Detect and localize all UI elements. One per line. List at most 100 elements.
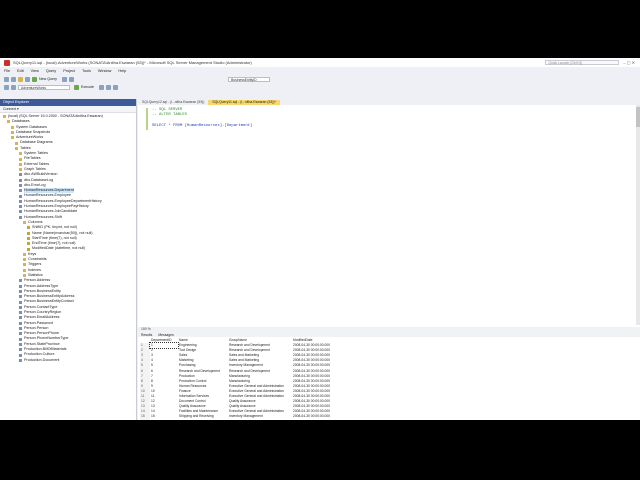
folder-icon	[23, 258, 26, 262]
connect-button[interactable]: Connect ▾	[0, 106, 136, 113]
execute-icon[interactable]	[74, 84, 79, 90]
scroll-thumb[interactable]	[636, 107, 640, 127]
object-tree: (local) (SQL Server 15.0.2000 - SONATA\A…	[0, 113, 136, 363]
table-icon	[19, 305, 22, 309]
folder-icon	[23, 252, 26, 256]
table-icon	[19, 337, 22, 341]
new-file-icon[interactable]	[18, 76, 23, 82]
results-tab-messages[interactable]: Messages	[158, 333, 173, 337]
grid-cell[interactable]: 2008-04-30 00:00:00.000	[292, 420, 354, 421]
object-explorer-panel: Object Explorer Connect ▾ (local) (SQL S…	[0, 99, 137, 420]
quick-launch-input[interactable]: Quick Launch (Ctrl+Q)	[545, 60, 620, 65]
menu-window[interactable]: Window	[98, 69, 112, 73]
table-icon	[19, 215, 22, 219]
table-icon	[19, 289, 22, 293]
table-icon	[19, 189, 22, 193]
table-icon	[19, 295, 22, 299]
redo-icon[interactable]	[68, 76, 74, 82]
table-icon	[19, 358, 22, 362]
menu-help[interactable]: Help	[118, 69, 126, 73]
folder-icon	[11, 131, 14, 135]
table-icon	[19, 300, 22, 304]
window-title: SQLQuery11.sql - (local).AdventureWorks …	[13, 60, 252, 65]
find-combo[interactable]: BusinessEntityID	[228, 76, 270, 82]
results-pane: Results Messages DepartmentID Name GroupNam…	[138, 332, 640, 420]
results-tabs: Results Messages	[138, 332, 640, 337]
table-icon	[19, 284, 22, 288]
menu-query[interactable]: Query	[46, 69, 56, 73]
folder-icon	[15, 146, 18, 150]
table-icon	[19, 342, 22, 346]
menu-bar: File Edit View Query Project Tools Window Help	[0, 67, 640, 75]
folder-icon	[19, 152, 22, 156]
menu-view[interactable]: View	[31, 69, 39, 73]
new-query-icon[interactable]	[32, 76, 37, 82]
folder-icon	[3, 115, 6, 119]
save-icon[interactable]	[25, 76, 30, 82]
table-icon	[19, 327, 22, 331]
forward-icon[interactable]	[11, 76, 16, 82]
tree-node-label: ModifiedDate (datetime, not null)	[32, 246, 86, 251]
table-icon	[19, 353, 22, 357]
folder-icon	[11, 136, 14, 140]
menu-tools[interactable]: Tools	[82, 69, 91, 73]
menu-project[interactable]: Project	[63, 69, 75, 73]
tree-node[interactable]: Production.Document	[0, 358, 136, 363]
disconnect-icon[interactable]	[11, 84, 16, 90]
sql-editor-toolbar: AdventureWorks Execute	[0, 83, 640, 91]
ssms-logo-icon	[4, 59, 10, 66]
table-icon	[19, 332, 22, 336]
table-icon	[19, 178, 22, 182]
menu-file[interactable]: File	[4, 69, 10, 73]
results-grid: DepartmentID Name GroupName ModifiedDate 1 1 E…	[140, 338, 354, 420]
grid-cell[interactable]: Executive	[178, 420, 228, 421]
table-icon	[19, 210, 22, 214]
window-controls[interactable]: – ▢ ✕	[623, 60, 635, 65]
title-bar: SQLQuery11.sql - (local).AdventureWorks …	[0, 58, 640, 67]
grid-cell[interactable]: Executive General and Administration	[228, 420, 292, 421]
folder-icon	[19, 157, 22, 161]
table-icon	[19, 184, 22, 187]
query-editor: SQLQuery12.sql - (l...nitha.Eswaran (53)…	[138, 99, 640, 327]
tree-node-label: Production.Document	[24, 357, 60, 362]
column-icon	[27, 231, 30, 235]
ssms-window: SQLQuery11.sql - (local).AdventureWorks …	[0, 58, 640, 420]
table-icon	[19, 279, 22, 283]
change-marker	[146, 108, 148, 130]
folder-icon	[23, 221, 26, 225]
results-tab-results[interactable]: Results	[141, 333, 152, 337]
table-icon	[19, 205, 22, 209]
code-area[interactable]: -- SQL SERVER -- ALTER TABLES SELECT * FRO…	[138, 105, 640, 140]
table-icon	[19, 316, 22, 320]
standard-toolbar: New Query BusinessEntityID	[0, 75, 640, 83]
debug-icon[interactable]	[99, 84, 104, 90]
row-number[interactable]: 16	[140, 419, 150, 420]
folder-icon	[19, 162, 22, 166]
column-icon	[27, 242, 30, 246]
folder-icon	[19, 168, 22, 172]
results-grid-icon[interactable]	[113, 84, 118, 90]
table-icon	[19, 321, 22, 325]
folder-icon	[23, 274, 26, 278]
folder-icon	[23, 263, 26, 267]
grid-cell[interactable]: 16	[150, 420, 178, 421]
folder-icon	[23, 268, 26, 272]
table-icon	[19, 311, 22, 315]
table-icon	[19, 194, 22, 198]
menu-edit[interactable]: Edit	[17, 69, 24, 73]
execute-button[interactable]: Execute	[81, 85, 94, 89]
folder-icon	[11, 125, 14, 129]
database-select[interactable]: AdventureWorks	[18, 84, 70, 90]
table-icon	[19, 199, 22, 203]
editor-scrollbar[interactable]	[636, 105, 640, 325]
folder-icon	[15, 141, 18, 145]
undo-icon[interactable]	[61, 76, 67, 82]
column-icon	[27, 226, 30, 230]
connect-icon[interactable]	[4, 84, 9, 90]
back-icon[interactable]	[4, 76, 9, 82]
table-row[interactable]: 1616ExecutiveExecutive General and Admin…	[140, 419, 354, 421]
parse-icon[interactable]	[106, 84, 111, 90]
new-query-button[interactable]: New Query	[39, 77, 57, 81]
folder-icon	[7, 120, 10, 124]
